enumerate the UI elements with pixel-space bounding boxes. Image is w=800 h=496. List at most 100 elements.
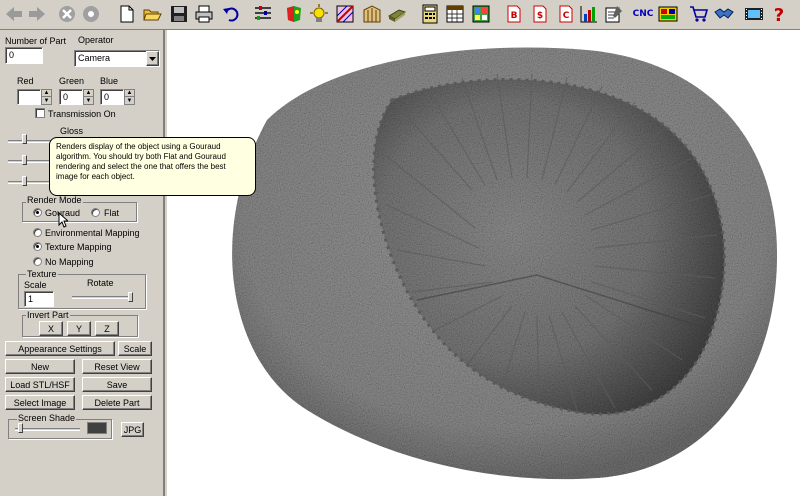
- render-mode-label: Render Mode: [26, 195, 83, 205]
- spin-up-icon[interactable]: ▲: [42, 90, 51, 97]
- svg-text:B: B: [511, 11, 518, 21]
- number-of-part-label: Number of Part: [5, 36, 67, 46]
- report-c-icon[interactable]: C: [555, 3, 577, 25]
- film-icon[interactable]: [743, 3, 765, 25]
- display-icon[interactable]: [657, 3, 679, 25]
- gouraud-radio[interactable]: [33, 208, 42, 217]
- dropdown-arrow-icon[interactable]: [146, 51, 159, 66]
- control-panel: Number of Part 0 Operator Camera Red Gre…: [0, 30, 165, 496]
- rotate-label: Rotate: [87, 278, 114, 288]
- print-icon[interactable]: [193, 3, 215, 25]
- forward-arrow-icon[interactable]: [26, 3, 48, 25]
- rotate-slider-thumb[interactable]: [128, 292, 133, 302]
- spin-down-icon[interactable]: ▼: [42, 97, 51, 104]
- transmission-checkbox[interactable]: [35, 108, 45, 118]
- handshake-icon[interactable]: [713, 3, 735, 25]
- spin-down-icon[interactable]: ▼: [84, 97, 93, 104]
- screen-shade-slider-thumb[interactable]: [18, 423, 23, 433]
- svg-text:C: C: [563, 11, 570, 21]
- slider-3-thumb[interactable]: [22, 176, 27, 186]
- mouse-pointer-icon: [58, 212, 68, 228]
- jpg-button[interactable]: JPG: [121, 422, 144, 437]
- scale-input[interactable]: 1: [24, 291, 54, 307]
- flat-label: Flat: [104, 208, 120, 218]
- render-mode-tooltip: Renders display of the object using a Go…: [49, 137, 256, 196]
- appearance-settings-button[interactable]: Appearance Settings: [5, 341, 115, 356]
- invert-z-button[interactable]: Z: [95, 321, 119, 336]
- number-of-part-input[interactable]: 0: [5, 47, 43, 64]
- operator-value: Camera: [78, 53, 111, 63]
- invert-part-label: Invert Part: [26, 310, 70, 320]
- chart-icon[interactable]: [578, 3, 600, 25]
- flat-radio[interactable]: [91, 208, 100, 217]
- red-label: Red: [17, 76, 34, 86]
- operator-select[interactable]: Camera: [74, 50, 160, 67]
- green-label: Green: [59, 76, 85, 86]
- shade-swatch[interactable]: [87, 422, 107, 434]
- texture-label: Texture: [26, 269, 58, 279]
- spin-up-icon[interactable]: ▲: [125, 90, 134, 97]
- save-button[interactable]: Save: [82, 377, 152, 392]
- grid-icon[interactable]: [470, 3, 492, 25]
- svg-text:$: $: [537, 11, 543, 21]
- screen-shade-slider[interactable]: [15, 428, 80, 431]
- environmental-mapping-label: Environmental Mapping: [45, 228, 140, 238]
- new-button[interactable]: New: [5, 359, 75, 374]
- gloss-label: Gloss: [60, 126, 84, 136]
- green-input[interactable]: 0: [59, 89, 83, 105]
- red-spinner[interactable]: ▲ ▼: [41, 89, 52, 105]
- select-image-button[interactable]: Select Image: [5, 395, 75, 410]
- blue-label: Blue: [100, 76, 119, 86]
- texture-mapping-radio[interactable]: [33, 242, 42, 251]
- stop-icon[interactable]: [56, 3, 78, 25]
- green-spinner[interactable]: ▲ ▼: [83, 89, 94, 105]
- wireframe-icon[interactable]: [361, 3, 383, 25]
- new-file-icon[interactable]: [116, 3, 138, 25]
- invert-y-button[interactable]: Y: [67, 321, 91, 336]
- operator-label: Operator: [78, 35, 114, 45]
- report-dollar-icon[interactable]: $: [529, 3, 551, 25]
- scale-label: Scale: [24, 280, 47, 290]
- transmission-label: Transmission On: [48, 109, 116, 119]
- back-arrow-icon[interactable]: [3, 3, 25, 25]
- screen-shade-label: Screen Shade: [17, 413, 77, 423]
- rotate-slider[interactable]: [72, 296, 132, 299]
- texture-icon[interactable]: [334, 3, 356, 25]
- invert-x-button[interactable]: X: [39, 321, 63, 336]
- delete-part-button[interactable]: Delete Part: [82, 395, 152, 410]
- spin-up-icon[interactable]: ▲: [84, 90, 93, 97]
- save-disk-icon[interactable]: [168, 3, 190, 25]
- 3d-viewport[interactable]: [167, 30, 800, 496]
- note-icon[interactable]: [603, 3, 625, 25]
- texture-mapping-label: Texture Mapping: [45, 242, 112, 252]
- light-icon[interactable]: [308, 3, 330, 25]
- scale-button[interactable]: Scale: [118, 341, 152, 356]
- load-stl-hsf-button[interactable]: Load STL/HSF: [5, 377, 75, 392]
- cart-icon[interactable]: [688, 3, 710, 25]
- report-b-icon[interactable]: B: [503, 3, 525, 25]
- home-icon[interactable]: [80, 3, 102, 25]
- toolbar: B $ C CNC ?: [0, 0, 800, 30]
- undo-icon[interactable]: [220, 3, 242, 25]
- cnc-text: CNC: [632, 9, 654, 19]
- calendar-icon[interactable]: [444, 3, 466, 25]
- spin-down-icon[interactable]: ▼: [125, 97, 134, 104]
- color-palette-icon[interactable]: [283, 3, 305, 25]
- blue-spinner[interactable]: ▲ ▼: [124, 89, 135, 105]
- cnc-label[interactable]: CNC: [628, 3, 658, 25]
- red-input[interactable]: [17, 89, 41, 105]
- svg-text:?: ?: [774, 5, 784, 24]
- properties-icon[interactable]: [252, 3, 274, 25]
- calculator-icon[interactable]: [419, 3, 441, 25]
- surface-icon[interactable]: [386, 3, 408, 25]
- help-icon[interactable]: ?: [768, 3, 790, 25]
- gloss-slider-thumb[interactable]: [22, 134, 27, 144]
- no-mapping-label: No Mapping: [45, 257, 94, 267]
- slider-2-thumb[interactable]: [22, 155, 27, 165]
- reset-view-button[interactable]: Reset View: [82, 359, 152, 374]
- blue-input[interactable]: 0: [100, 89, 124, 105]
- open-folder-icon[interactable]: [141, 3, 163, 25]
- 3d-model-render: [232, 47, 778, 480]
- environmental-mapping-radio[interactable]: [33, 228, 42, 237]
- no-mapping-radio[interactable]: [33, 257, 42, 266]
